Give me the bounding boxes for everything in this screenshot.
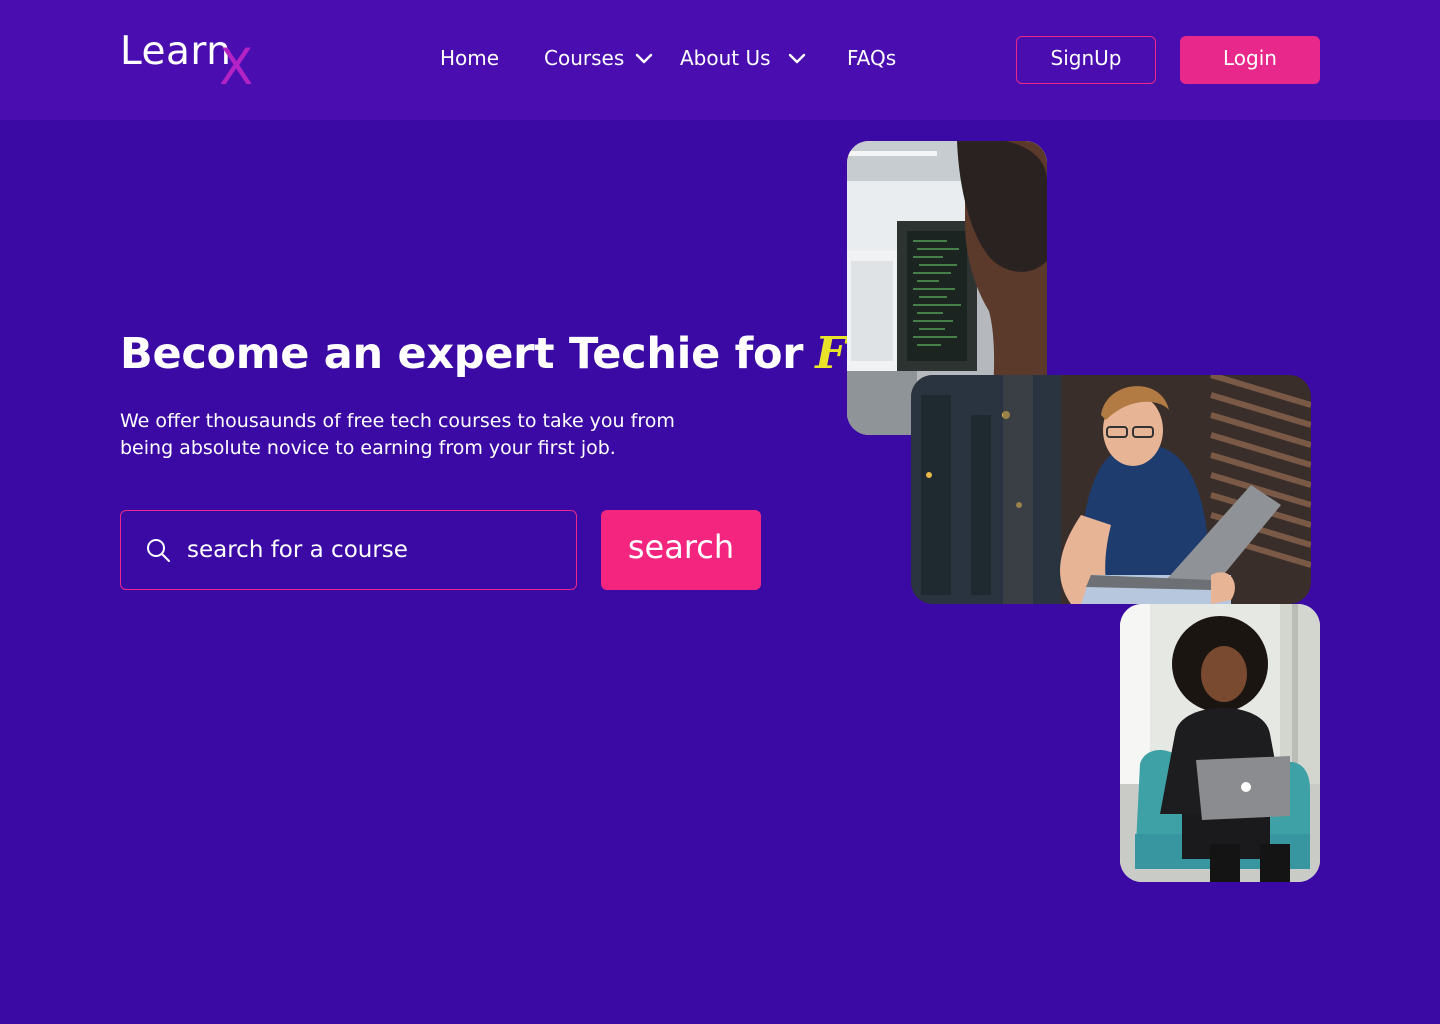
signup-button[interactable]: SignUp xyxy=(1016,36,1156,84)
photo-woman-with-laptop xyxy=(1120,604,1320,882)
course-search-box[interactable] xyxy=(120,510,577,590)
nav-item-label: About Us xyxy=(680,46,771,70)
nav-item-label: Home xyxy=(440,46,500,70)
hero-subtitle: We offer thousaunds of free tech courses… xyxy=(120,408,720,462)
hero-title-text: Become an expert Techie for xyxy=(120,329,804,379)
photo-man-with-laptop xyxy=(911,375,1311,604)
hero-subtitle-line: being absolute novice to earning from yo… xyxy=(120,437,616,459)
login-button[interactable]: Login xyxy=(1180,36,1320,84)
brand-name: Learn xyxy=(120,29,232,74)
brand-logo[interactable]: Learn X xyxy=(120,30,280,94)
search-input[interactable] xyxy=(187,537,557,563)
nav-item-about-us[interactable]: About Us xyxy=(680,40,807,76)
chevron-down-icon xyxy=(788,53,805,64)
hero-subtitle-line: We offer thousaunds of free tech courses… xyxy=(120,410,675,432)
top-navbar: Learn X Home Courses About Us FAQs SignU… xyxy=(0,0,1440,120)
hero-title: Become an expert Techie forFree xyxy=(120,328,924,379)
nav-item-courses[interactable]: Courses xyxy=(544,40,654,76)
chevron-down-icon xyxy=(636,53,653,64)
search-button[interactable]: search xyxy=(601,510,761,590)
nav-item-label: Courses xyxy=(544,46,625,70)
nav-item-label: FAQs xyxy=(847,46,897,70)
search-icon xyxy=(147,539,170,562)
nav-item-home[interactable]: Home xyxy=(440,40,499,76)
landing-page: Learn X Home Courses About Us FAQs SignU… xyxy=(0,0,1440,1024)
nav-item-faqs[interactable]: FAQs xyxy=(847,40,896,76)
brand-accent-letter: X xyxy=(219,38,254,96)
